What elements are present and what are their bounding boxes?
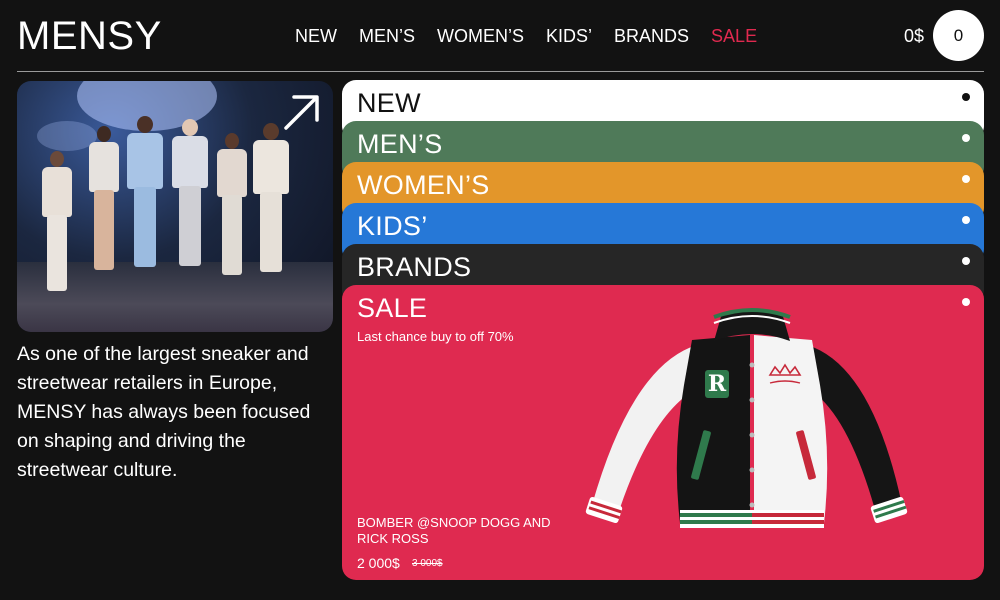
nav-item-womens[interactable]: WOMEN’S: [437, 24, 524, 48]
nav-item-mens[interactable]: MEN’S: [359, 24, 415, 48]
dot-icon: [962, 216, 970, 224]
main-nav: NEW MEN’S WOMEN’S KIDS’ BRANDS SALE: [295, 24, 757, 48]
product-old-price: 3 000$: [412, 558, 443, 569]
cart-button[interactable]: 0: [933, 10, 984, 61]
about-text: As one of the largest sneaker and street…: [17, 343, 311, 481]
product-image[interactable]: R: [572, 305, 932, 535]
arrow-up-right-icon[interactable]: [282, 92, 322, 132]
header-divider: [17, 71, 984, 72]
svg-text:R: R: [708, 371, 727, 397]
site-header: MENSY NEW MEN’S WOMEN’S KIDS’ BRANDS SAL…: [0, 0, 1000, 72]
sale-subtitle: Last chance buy to off 70%: [357, 329, 514, 344]
product-price: 2 000$: [357, 555, 400, 571]
category-label: MEN’S: [357, 129, 443, 159]
balance-amount: 0$: [904, 26, 925, 46]
product-name[interactable]: BOMBER @SNOOP DOGG AND RICK ROSS: [357, 515, 557, 547]
logo[interactable]: MENSY: [17, 14, 162, 58]
dot-icon: [962, 257, 970, 265]
dot-icon: [962, 134, 970, 142]
dot-icon: [962, 298, 970, 306]
category-label: SALE: [357, 293, 428, 323]
nav-item-brands[interactable]: BRANDS: [614, 24, 689, 48]
category-label: KIDS’: [357, 211, 428, 241]
nav-item-new[interactable]: NEW: [295, 24, 337, 48]
category-label: WOMEN’S: [357, 170, 490, 200]
category-label: NEW: [357, 88, 421, 118]
dot-icon: [962, 93, 970, 101]
nav-item-sale[interactable]: SALE: [711, 24, 757, 48]
category-card-sale[interactable]: SALE Last chance buy to off 70% R BOMBER…: [342, 285, 984, 580]
stage-light: [37, 121, 97, 151]
category-label: BRANDS: [357, 252, 472, 282]
dot-icon: [962, 175, 970, 183]
nav-item-kids[interactable]: KIDS’: [546, 24, 592, 48]
cart-count: 0: [953, 25, 964, 45]
